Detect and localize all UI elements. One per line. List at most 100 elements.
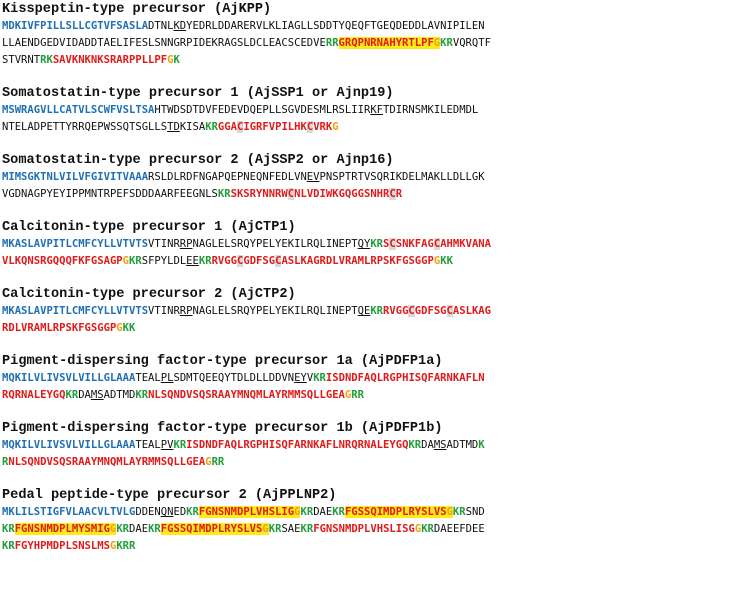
precursor-sequence: NTELADPETTYRRQEPWSSQTSGLLS: [2, 121, 168, 133]
neuropeptide: FGSSQIMDPLRYSLVS: [160, 523, 263, 535]
neuropeptide: GDFSG: [243, 255, 276, 267]
predicted-cleavage-underline: MS: [90, 389, 104, 401]
precursor-sequence: DDEN: [135, 506, 161, 518]
cleavage-site: RR: [351, 389, 364, 401]
sequence-line: MKASLAVPITLCMFCYLLVTVTSVTINRRPNAGLELSRQY…: [2, 303, 740, 320]
sequence-line: MIMSGKTNLVILVFGIVITVAAARSLDLRDFNGAPQEPNE…: [2, 169, 740, 186]
predicted-cleavage-underline: QE: [357, 305, 371, 317]
cleavage-site: KR: [300, 523, 314, 535]
cleavage-site: KR: [408, 439, 422, 451]
neuropeptide: RDLVRAMLRPSKFGSGGP: [2, 322, 117, 334]
precursor-sequence: YEDRLDDARERVLKLIAGLLSDDTYQEQFTGEQDEDDLAV…: [186, 20, 485, 32]
predicted-cleavage-underline: KF: [370, 104, 384, 116]
cleavage-site: KR: [313, 372, 326, 384]
sequence-line: MSWRAGVLLCATVLSCWFVSLTSAHTWDSDTDVFEDEVDQ…: [2, 102, 740, 119]
precursor-sequence: PNSPTRTVSQRIKDELMAKLLDLLGK: [319, 171, 485, 183]
sequence-line: STVRNTRKSAVKNKNKSRARPPLLPFGK: [2, 52, 740, 69]
cleavage-site: KR: [452, 506, 466, 518]
cleavage-site: KRR: [116, 540, 136, 552]
sequence-line: LLAENDGEDVIDADDTAELIFESLSNNGRPIDEKRAGSLD…: [2, 35, 740, 52]
signal-peptide: MIMSGKTNLVILVFGIVITVAAA: [2, 171, 149, 183]
precursor-title: Kisspeptin-type precursor (AjKPP): [2, 2, 272, 17]
precursor-title: Somatostatin-type precursor 1 (AjSSP1 or…: [2, 86, 394, 101]
cleavage-site: KK: [440, 255, 453, 267]
neuropeptide: FGNSNMDPLMYSMIG: [14, 523, 110, 535]
neuropeptide: SKSRYNNRW: [230, 188, 288, 200]
cleavage-site: KR: [440, 37, 453, 49]
precursor-sequence: NAGLELSRQYPELYEKILRQLINEPT: [192, 305, 358, 317]
predicted-cleavage-underline: EY: [294, 372, 307, 384]
cleavage-site: K: [478, 439, 485, 451]
neuropeptide: VRK: [313, 121, 333, 133]
cleavage-site: KR: [65, 389, 79, 401]
sequence-line: VGDNAGPYEYIPPMNTRPEFSDDDAARFEEGNLSKRSKSR…: [2, 186, 740, 203]
cleavage-site: KR: [370, 238, 384, 250]
sequence-line: MKLILSTIGFVLAACVLTVLGDDENQNEDKRFGNSNMDPL…: [2, 504, 740, 521]
cleavage-site: KR: [217, 188, 231, 200]
predicted-cleavage-underline: EV: [306, 171, 320, 183]
predicted-cleavage-underline: PL: [160, 372, 174, 384]
cleavage-site: KR: [370, 305, 384, 317]
predicted-cleavage-underline: RP: [179, 305, 193, 317]
neuropeptide: FGYHPMDPLSNSLMS: [14, 540, 110, 552]
precursor-sequence: SFPYLDL: [141, 255, 187, 267]
precursor-entry-ajpdfp1b: Pigment-dispersing factor-type precursor…: [2, 420, 740, 471]
precursor-entry-ajctp2: Calcitonin-type precursor 2 (AjCTP2) MKAS…: [2, 286, 740, 337]
precursor-entry-ajpplnp2: Pedal peptide-type precursor 2 (AjPPLNP2…: [2, 487, 740, 555]
neuropeptide: R: [395, 188, 403, 200]
neuropeptide: GDFSG: [414, 305, 447, 317]
neuropeptide: RQRNALEYGQ: [2, 389, 66, 401]
neuropeptide: NLVDIWKGQGGSNHR: [294, 188, 390, 200]
precursor-title: Pigment-dispersing factor-type precursor…: [2, 354, 443, 369]
sequence-line: MKASLAVPITLCMFCYLLVTVTSVTINRRPNAGLELSRQY…: [2, 236, 740, 253]
precursor-sequence: LLAENDGEDVIDADDTAELIFESLSNNGRPIDEKRAGSLD…: [2, 37, 326, 49]
c-terminal-glycine: G: [332, 121, 339, 133]
precursor-sequence: DTNL: [148, 20, 174, 32]
cleavage-site: RR: [325, 37, 339, 49]
precursor-sequence: ED: [173, 506, 187, 518]
neuropeptide: RVGG: [383, 305, 409, 317]
sequence-line: NTELADPETTYRRQEPWSSQTSGLLSTDKISAKRGGACIG…: [2, 119, 740, 136]
predicted-cleavage-underline: QY: [357, 238, 371, 250]
signal-peptide: MQKILVLIVSVLVILLGLAAA: [2, 439, 136, 451]
sequence-line: KRFGYHPMDPLSNSLMSGKRR: [2, 538, 740, 555]
precursor-sequence: RSLDLRDFNGAPQEPNEQNFEDLVN: [148, 171, 307, 183]
predicted-cleavage-underline: KD: [173, 20, 187, 32]
cleavage-site: RK: [40, 54, 53, 66]
cleavage-site: KR: [129, 255, 142, 267]
precursor-sequence: HTWDSDTDVFEDEVDQEPLLSGVDESMLRSLIIR: [154, 104, 371, 116]
neuropeptide: ISDNDFAQLRGPHISQFARNKAFLN: [325, 372, 485, 384]
precursor-title: Calcitonin-type precursor 1 (AjCTP1): [2, 220, 296, 235]
predicted-cleavage-underline: RP: [179, 238, 193, 250]
neuropeptide: SNKFAG: [395, 238, 434, 250]
neuropeptide: ASLKAG: [452, 305, 491, 317]
precursor-sequence: KISA: [179, 121, 206, 133]
neuropeptide: FGSSQIMDPLRYSLVS: [344, 506, 447, 518]
signal-peptide: MDKIVFPILLSLLCGTVFSASLA: [2, 20, 149, 32]
neuropeptide: FGNSNMDPLVHSLISG: [313, 523, 415, 535]
precursor-sequence: SND: [465, 506, 485, 518]
cleavage-site: KR: [148, 523, 161, 535]
cleavage-site: KR: [116, 523, 130, 535]
neuropeptide: RVGG: [211, 255, 237, 267]
precursor-sequence: TEAL: [135, 439, 161, 451]
signal-peptide: MKASLAVPITLCMFCYLLVTVTS: [2, 305, 149, 317]
cleavage-site: KR: [205, 121, 218, 133]
sequence-line: RDLVRAMLRPSKFGSGGPGKK: [2, 320, 740, 337]
cleavage-site: K: [173, 54, 180, 66]
precursor-title: Pigment-dispersing factor-type precursor…: [2, 421, 443, 436]
signal-peptide: MQKILVLIVSVLVILLGLAAA: [2, 372, 136, 384]
precursor-sequence: DA: [78, 389, 91, 401]
precursor-entry-ajpdfp1a: Pigment-dispersing factor-type precursor…: [2, 353, 740, 404]
precursor-sequence: DAEEFDEE: [433, 523, 485, 535]
neuropeptide: GGA: [217, 121, 237, 133]
sequence-line: VLKQNSRGQQQFKFGSAGPGKRSFPYLDLEEKRRVGGCGD…: [2, 253, 740, 270]
cleavage-site: KR: [2, 540, 15, 552]
precursor-sequence: VGDNAGPYEYIPPMNTRPEFSDDDAARFEEGNLS: [2, 188, 218, 200]
precursor-entry-ajkpp: Kisspeptin-type precursor (AjKPP) MDKIVFP…: [2, 1, 740, 69]
precursor-title: Somatostatin-type precursor 2 (AjSSP2 or…: [2, 153, 394, 168]
precursor-sequence: DAE: [129, 523, 149, 535]
precursor-sequence: ADTMD: [103, 389, 136, 401]
signal-peptide: MKASLAVPITLCMFCYLLVTVTS: [2, 238, 149, 250]
cleavage-site: KR: [2, 523, 15, 535]
